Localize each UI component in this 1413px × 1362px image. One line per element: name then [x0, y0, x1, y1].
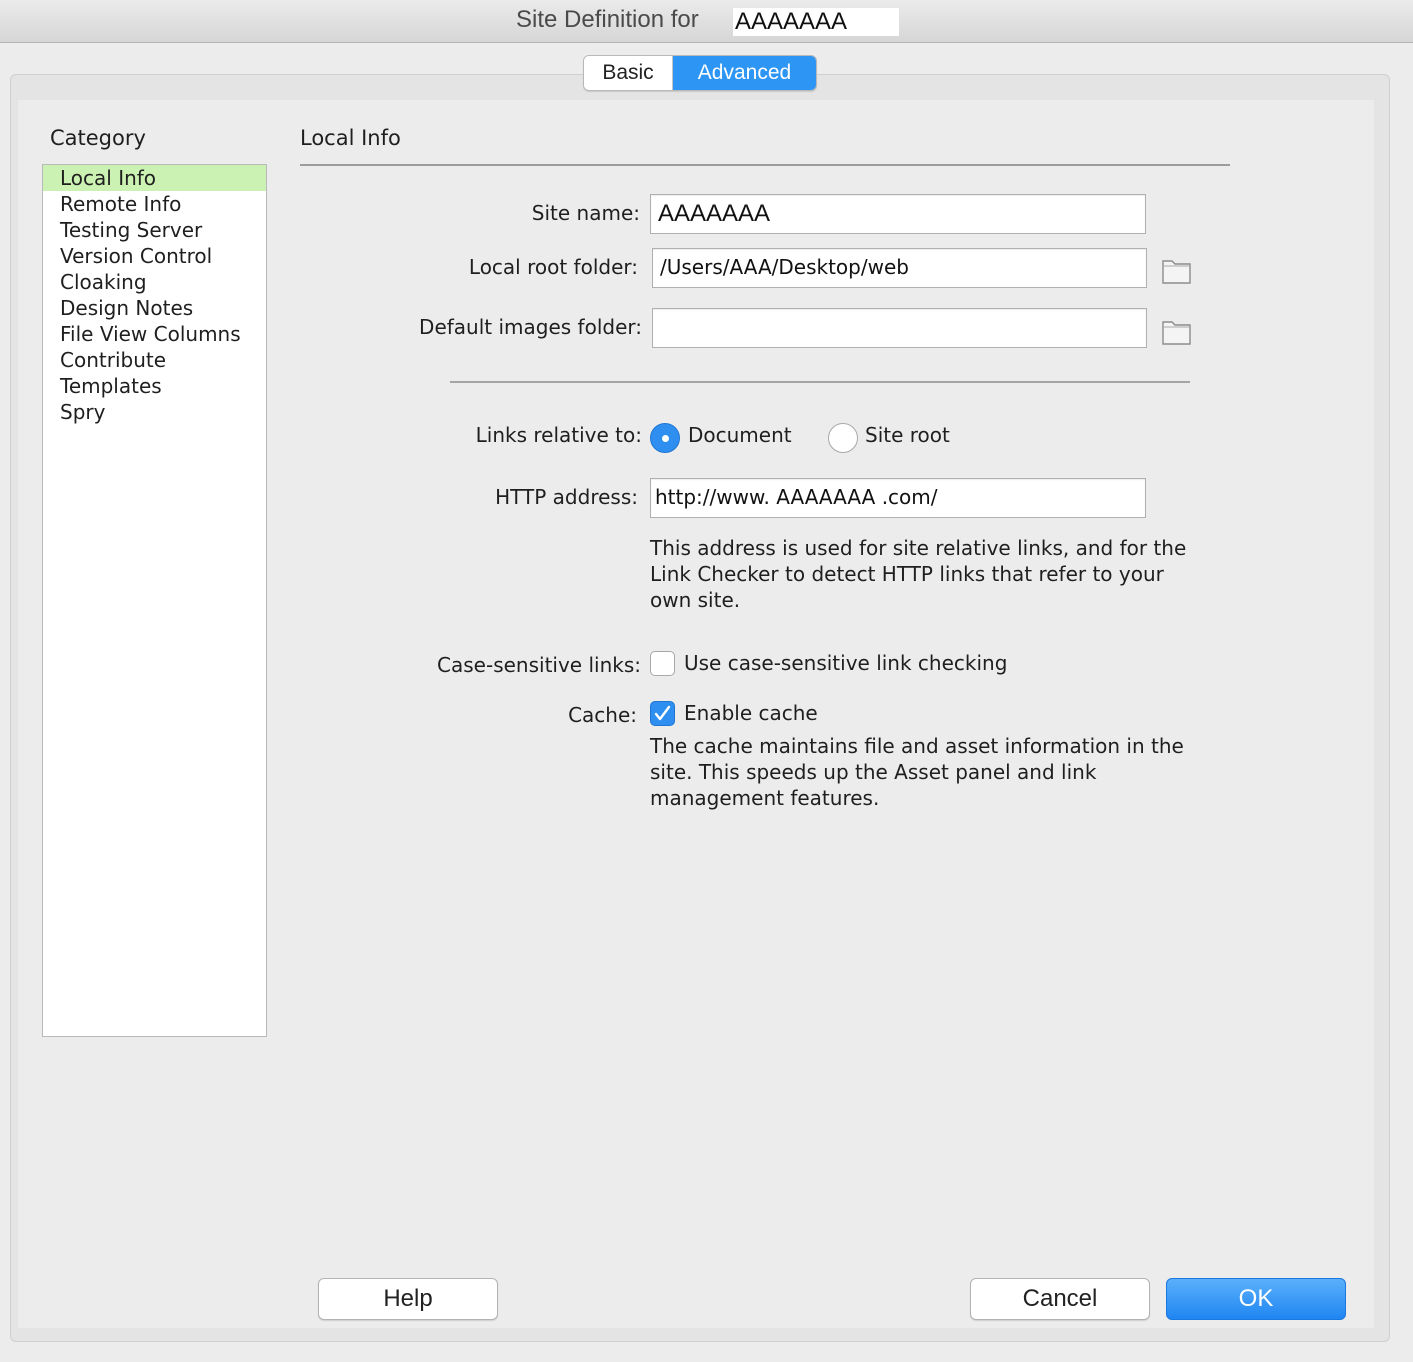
category-item-version-control[interactable]: Version Control — [43, 243, 266, 269]
form-divider — [450, 381, 1190, 383]
category-item-spry[interactable]: Spry — [43, 399, 266, 425]
ok-button[interactable]: OK — [1166, 1278, 1346, 1320]
checkmark-icon — [654, 705, 671, 721]
folder-icon[interactable] — [1161, 317, 1193, 347]
category-item-contribute[interactable]: Contribute — [43, 347, 266, 373]
tab-bar: Basic Advanced — [583, 55, 817, 91]
category-item-cloaking[interactable]: Cloaking — [43, 269, 266, 295]
category-item-design-notes[interactable]: Design Notes — [43, 295, 266, 321]
folder-icon[interactable] — [1161, 256, 1193, 286]
case-sensitive-option[interactable]: Use case-sensitive link checking — [684, 651, 1007, 675]
links-site-root-label[interactable]: Site root — [865, 423, 950, 447]
cache-help: The cache maintains file and asset infor… — [650, 734, 1184, 810]
section-title: Local Info — [300, 126, 401, 150]
tab-advanced[interactable]: Advanced — [673, 56, 816, 90]
case-sensitive-checkbox[interactable] — [650, 651, 675, 676]
title-bar[interactable]: Site Definition for AAAAAAA — [0, 0, 1413, 43]
site-name-label: Site name: — [531, 201, 640, 225]
local-root-folder-input[interactable]: /Users/AAA/Desktop/web — [652, 248, 1147, 288]
site-name-input[interactable]: AAAAAAA — [650, 194, 1146, 234]
tab-basic[interactable]: Basic — [584, 56, 673, 90]
category-item-remote-info[interactable]: Remote Info — [43, 191, 266, 217]
default-images-folder-label: Default images folder: — [419, 315, 642, 339]
category-list[interactable]: Local Info Remote Info Testing Server Ve… — [42, 164, 267, 1037]
category-item-templates[interactable]: Templates — [43, 373, 266, 399]
site-definition-window: Site Definition for AAAAAAA Basic Advanc… — [0, 0, 1413, 1362]
section-divider — [300, 164, 1230, 166]
cancel-button[interactable]: Cancel — [970, 1278, 1150, 1320]
window-title-site-name: AAAAAAA — [733, 8, 899, 36]
links-document-label[interactable]: Document — [688, 423, 792, 447]
help-button[interactable]: Help — [318, 1278, 498, 1320]
category-item-local-info[interactable]: Local Info — [43, 165, 266, 191]
cache-label: Cache: — [568, 703, 637, 727]
enable-cache-option[interactable]: Enable cache — [684, 701, 818, 725]
category-heading: Category — [50, 126, 146, 150]
category-item-file-view-columns[interactable]: File View Columns — [43, 321, 266, 347]
category-item-testing-server[interactable]: Testing Server — [43, 217, 266, 243]
local-root-folder-label: Local root folder: — [468, 255, 638, 279]
window-title: Site Definition for — [516, 6, 699, 33]
case-sensitive-label: Case-sensitive links: — [437, 653, 641, 677]
default-images-folder-input[interactable] — [652, 308, 1147, 348]
links-site-root-radio[interactable] — [828, 423, 858, 453]
enable-cache-checkbox[interactable] — [650, 701, 675, 726]
links-document-radio[interactable] — [650, 423, 680, 453]
http-address-input[interactable]: http://www. AAAAAAA .com/ — [650, 478, 1146, 518]
links-relative-label: Links relative to: — [475, 423, 642, 447]
http-address-label: HTTP address: — [495, 485, 638, 509]
http-address-help: This address is used for site relative l… — [650, 536, 1187, 612]
